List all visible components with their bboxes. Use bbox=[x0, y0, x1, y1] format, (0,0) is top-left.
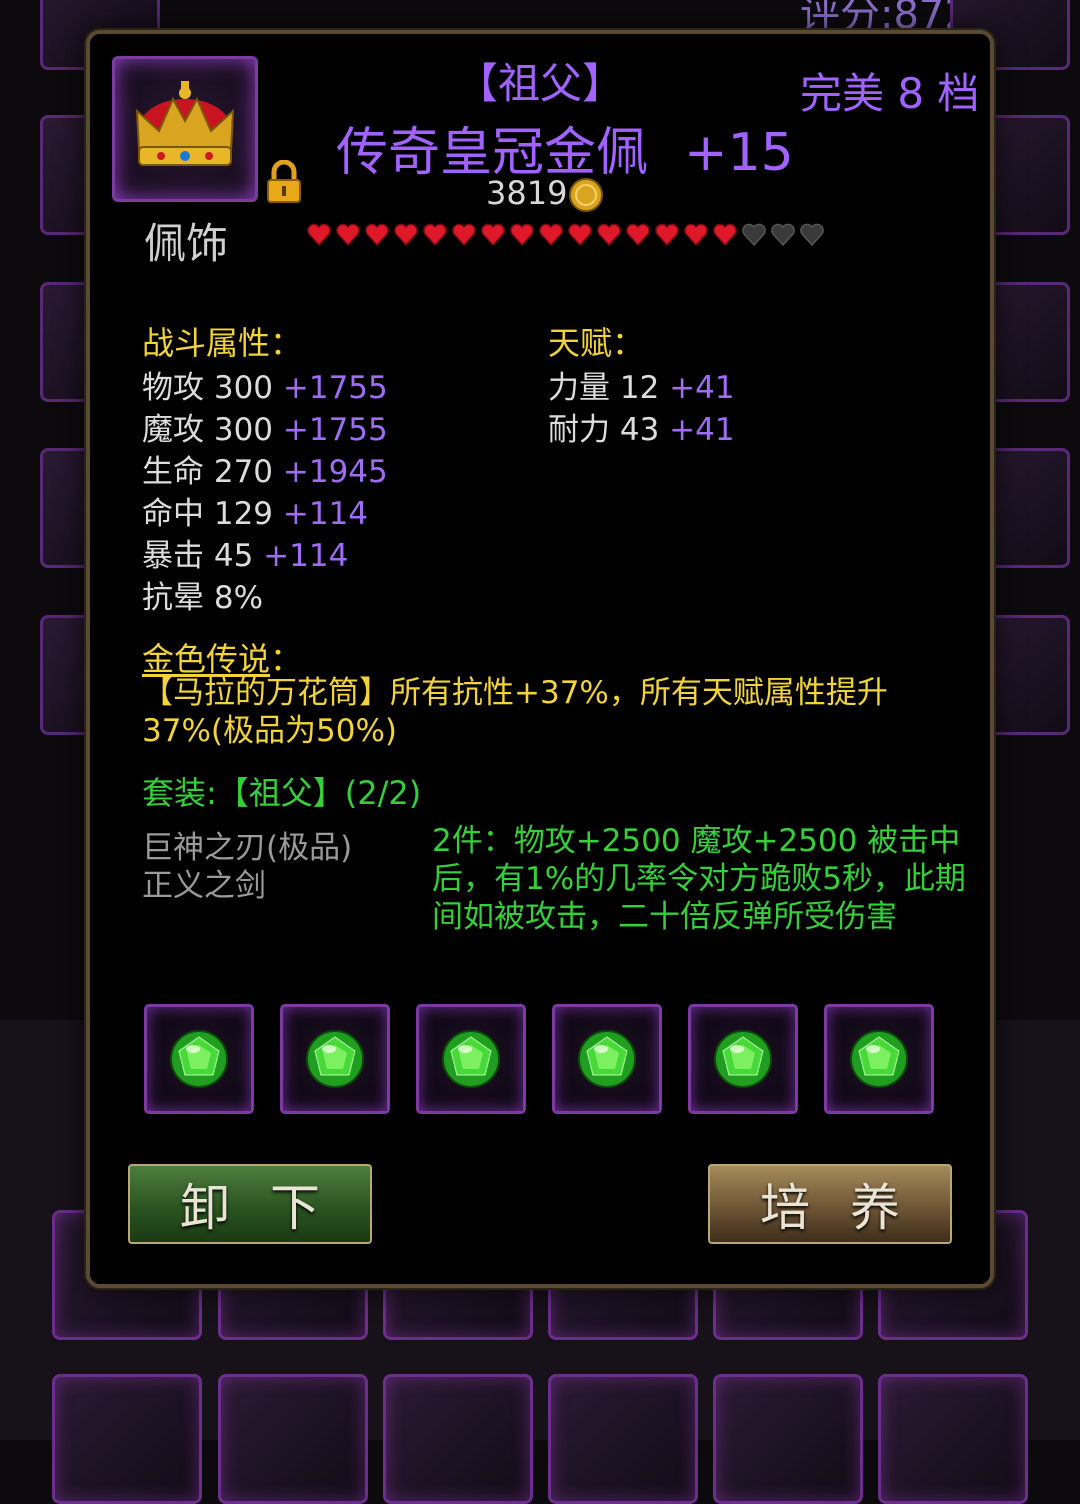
heart-filled-icon bbox=[684, 223, 708, 247]
gem-slot[interactable] bbox=[688, 1004, 798, 1114]
gem-slot[interactable] bbox=[552, 1004, 662, 1114]
talent-stat-row: 力量 12 +41 bbox=[548, 362, 735, 407]
heart-filled-icon bbox=[713, 223, 737, 247]
gem-slot[interactable] bbox=[280, 1004, 390, 1114]
talent-stat-label: 力量 12 bbox=[548, 370, 660, 406]
combat-stat-row: 生命 270 +1945 bbox=[142, 446, 388, 491]
combat-stat-bonus: +1945 bbox=[282, 454, 388, 490]
heart-filled-icon bbox=[307, 223, 331, 247]
heart-filled-icon bbox=[336, 223, 360, 247]
heart-empty-icon bbox=[800, 223, 824, 247]
star-rating bbox=[306, 222, 825, 248]
combat-stat-row: 物攻 300 +1755 bbox=[142, 362, 388, 407]
lock-icon[interactable] bbox=[264, 160, 304, 204]
bg-slot bbox=[878, 1374, 1028, 1504]
green-gem-icon bbox=[578, 1030, 636, 1088]
combat-stat-label: 抗晕 8% bbox=[142, 580, 264, 616]
crown-icon bbox=[135, 81, 235, 166]
combat-stat-row: 抗晕 8% bbox=[142, 572, 263, 617]
train-button[interactable]: 培养 bbox=[708, 1164, 952, 1244]
gem-slot[interactable] bbox=[416, 1004, 526, 1114]
bg-slot bbox=[713, 1374, 863, 1504]
heart-filled-icon bbox=[568, 223, 592, 247]
talent-stat-label: 耐力 43 bbox=[548, 412, 660, 448]
heart-filled-icon bbox=[539, 223, 563, 247]
set-effect: 2件：物攻+2500 魔攻+2500 被击中后，有1%的几率令对方跪败5秒，此期… bbox=[432, 823, 966, 935]
heart-filled-icon bbox=[394, 223, 418, 247]
item-slot-type: 佩饰 bbox=[144, 219, 229, 268]
green-gem-icon bbox=[306, 1030, 364, 1088]
heart-empty-icon bbox=[771, 223, 795, 247]
legend-colon: ： bbox=[270, 640, 303, 678]
combat-stat-bonus: +1755 bbox=[282, 370, 388, 406]
heart-filled-icon bbox=[655, 223, 679, 247]
combat-stat-row: 命中 129 +114 bbox=[142, 488, 368, 533]
talent-stat-row: 耐力 43 +41 bbox=[548, 404, 735, 449]
green-gem-icon bbox=[170, 1030, 228, 1088]
item-set-name: 【祖父】 bbox=[455, 59, 624, 108]
talent-stat-bonus: +41 bbox=[669, 370, 735, 406]
legend-title: 金色传说 bbox=[142, 640, 271, 678]
item-enhance: +15 bbox=[684, 123, 794, 183]
green-gem-icon bbox=[714, 1030, 772, 1088]
green-gem-icon bbox=[442, 1030, 500, 1088]
item-icon-frame bbox=[112, 56, 258, 202]
talent-title: 天赋： bbox=[548, 324, 645, 362]
heart-filled-icon bbox=[423, 223, 447, 247]
item-price: 3819 bbox=[486, 174, 568, 212]
talent-stat-bonus: +41 bbox=[669, 412, 735, 448]
bg-slot bbox=[218, 1374, 368, 1504]
heart-empty-icon bbox=[742, 223, 766, 247]
green-gem-icon bbox=[850, 1030, 908, 1088]
combat-stat-bonus: +114 bbox=[282, 496, 369, 532]
combat-stat-bonus: +1755 bbox=[282, 412, 388, 448]
combat-stat-label: 暴击 45 bbox=[142, 538, 254, 574]
gem-slot[interactable] bbox=[824, 1004, 934, 1114]
heart-filled-icon bbox=[510, 223, 534, 247]
coin-icon bbox=[569, 178, 603, 212]
heart-filled-icon bbox=[365, 223, 389, 247]
heart-filled-icon bbox=[452, 223, 476, 247]
combat-stat-row: 暴击 45 +114 bbox=[142, 530, 348, 575]
combat-stat-label: 物攻 300 bbox=[142, 370, 274, 406]
heart-filled-icon bbox=[481, 223, 505, 247]
bg-slot bbox=[52, 1374, 202, 1504]
combat-stat-label: 生命 270 bbox=[142, 454, 274, 490]
combat-stat-row: 魔攻 300 +1755 bbox=[142, 404, 388, 449]
combat-stat-label: 魔攻 300 bbox=[142, 412, 274, 448]
heart-filled-icon bbox=[626, 223, 650, 247]
combat-stat-bonus: +114 bbox=[263, 538, 349, 574]
bg-slot bbox=[383, 1374, 533, 1504]
bg-slot bbox=[548, 1374, 698, 1504]
item-grade: 完美 8 档 bbox=[800, 69, 980, 118]
gem-slot[interactable] bbox=[144, 1004, 254, 1114]
set-title: 套装:【祖父】(2/2) bbox=[142, 774, 422, 812]
unequip-button[interactable]: 卸下 bbox=[128, 1164, 372, 1244]
legend-text: 【马拉的万花筒】所有抗性+37%，所有天赋属性提升37%(极品为50%) bbox=[142, 675, 888, 749]
combat-stat-label: 命中 129 bbox=[142, 496, 274, 532]
combat-stats-title: 战斗属性： bbox=[142, 324, 303, 362]
heart-filled-icon bbox=[597, 223, 621, 247]
set-member: 正义之剑 bbox=[142, 868, 266, 904]
